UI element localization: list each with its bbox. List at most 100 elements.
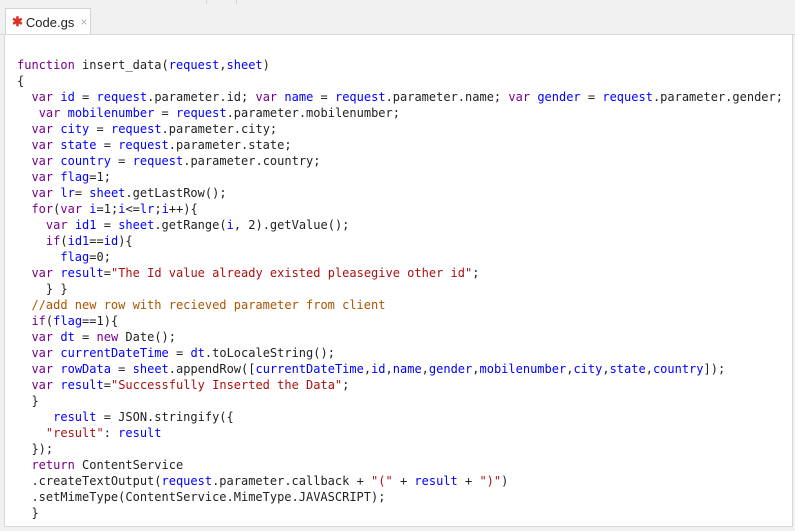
code-line[interactable]: { [17, 73, 783, 89]
code-token: request [334, 90, 386, 104]
code-token: id [60, 90, 75, 104]
code-token: = [74, 90, 97, 104]
code-line[interactable]: .setMimeType(ContentService.MimeType.JAV… [17, 489, 783, 505]
code-line[interactable]: var country = request.parameter.country; [17, 153, 783, 169]
code-token: name [392, 362, 422, 376]
code-token: "The Id value already existed pleasegive… [110, 266, 473, 280]
code-line[interactable]: var mobilenumber = request.parameter.mob… [17, 105, 783, 121]
code-token: flag [60, 250, 90, 264]
code-token: sheet [132, 362, 169, 376]
code-token: mobilenumber [479, 362, 567, 376]
code-token: i [226, 218, 234, 232]
code-token: ) [262, 58, 270, 72]
code-line[interactable]: var state = request.parameter.state; [17, 137, 783, 153]
code-token: var [38, 106, 61, 120]
code-line[interactable]: function insert_data(request,sheet) [17, 57, 783, 73]
code-token: lr [139, 202, 155, 216]
code-token: = [313, 90, 335, 104]
code-line[interactable]: for(var i=1;i<=lr;i++){ [17, 201, 783, 217]
code-token: dt [60, 330, 75, 344]
code-token: = [168, 346, 191, 360]
code-line[interactable]: flag=0; [17, 249, 783, 265]
code-line[interactable]: var result="Successfully Inserted the Da… [17, 377, 783, 393]
code-line[interactable]: var flag=1; [17, 169, 783, 185]
code-line[interactable]: return ContentService [17, 457, 783, 473]
code-token: = [154, 106, 176, 120]
toolbar-separator [206, 0, 207, 4]
code-token: id1 [67, 234, 90, 248]
code-line[interactable]: result = JSON.stringify({ [17, 409, 783, 425]
code-line[interactable]: var lr= sheet.getLastRow(); [17, 185, 783, 201]
code-line[interactable]: if(id1==id){ [17, 233, 783, 249]
code-line[interactable]: var city = request.parameter.city; [17, 121, 783, 137]
code-token: var [31, 90, 54, 104]
code-token: =0; [89, 250, 111, 264]
code-token: sheet [226, 58, 263, 72]
code-token: var [31, 362, 54, 376]
code-token: .parameter.id; [147, 90, 256, 104]
code-token: ; [342, 378, 350, 392]
code-token: var [31, 154, 54, 168]
code-line[interactable]: } } [17, 281, 783, 297]
code-token: dt [190, 346, 205, 360]
code-token: , [645, 362, 653, 376]
code-token: gender [428, 362, 473, 376]
code-token: id [371, 362, 386, 376]
code-token: function [17, 58, 75, 72]
code-token: insert_data( [74, 58, 169, 72]
code-token: currentDateTime [255, 362, 364, 376]
code-token: flag [53, 314, 83, 328]
code-line[interactable]: } [17, 505, 783, 521]
code-token: ){ [118, 234, 133, 248]
code-token: var [31, 266, 54, 280]
code-token: i [161, 202, 169, 216]
code-token: var [31, 378, 54, 392]
code-token: request [161, 474, 213, 488]
code-line[interactable]: var result="The Id value already existed… [17, 265, 783, 281]
code-token: request [118, 138, 169, 152]
code-token: ContentService [74, 458, 184, 472]
code-editor[interactable]: function insert_data(request,sheet){ var… [4, 34, 793, 527]
code-token: }); [17, 442, 54, 456]
code-token: result [53, 410, 97, 424]
code-line[interactable]: var id = request.parameter.id; var name … [17, 89, 783, 105]
code-line[interactable]: //add new row with recieved parameter fr… [17, 297, 783, 313]
code-token: ]); [703, 362, 726, 376]
code-token: } [17, 394, 39, 408]
code-token: request [96, 90, 148, 104]
code-token: ; [472, 266, 480, 280]
code-token: .parameter.mobilenumber; [226, 106, 400, 120]
tab-code-gs[interactable]: ✱ Code.gs × [5, 8, 91, 35]
code-line[interactable]: var dt = new Date(); [17, 329, 783, 345]
close-icon[interactable]: × [80, 15, 87, 29]
code-line[interactable]: var id1 = sheet.getRange(i, 2).getValue(… [17, 217, 783, 233]
code-token: { [17, 74, 25, 88]
code-line[interactable]: "result": result [17, 425, 783, 441]
code-line[interactable]: if(flag==1){ [17, 313, 783, 329]
code-line[interactable]: .createTextOutput(request.parameter.call… [17, 473, 783, 489]
code-line[interactable]: var currentDateTime = dt.toLocaleString(… [17, 345, 783, 361]
code-token: "(" [371, 474, 393, 488]
code-token: lr [60, 186, 75, 200]
code-token: .parameter.state; [168, 138, 292, 152]
code-token: rowData [60, 362, 111, 376]
code-token: mobilenumber [67, 106, 155, 120]
code-token: = [103, 266, 111, 280]
code-token: id1 [74, 218, 97, 232]
code-line[interactable]: } [17, 393, 783, 409]
code-line[interactable]: var rowData = sheet.appendRow([currentDa… [17, 361, 783, 377]
code-line[interactable]: }); [17, 441, 783, 457]
code-token: i [89, 202, 97, 216]
code-content[interactable]: function insert_data(request,sheet){ var… [17, 57, 783, 521]
code-token: <= [125, 202, 140, 216]
code-token: .parameter.city; [161, 122, 278, 136]
